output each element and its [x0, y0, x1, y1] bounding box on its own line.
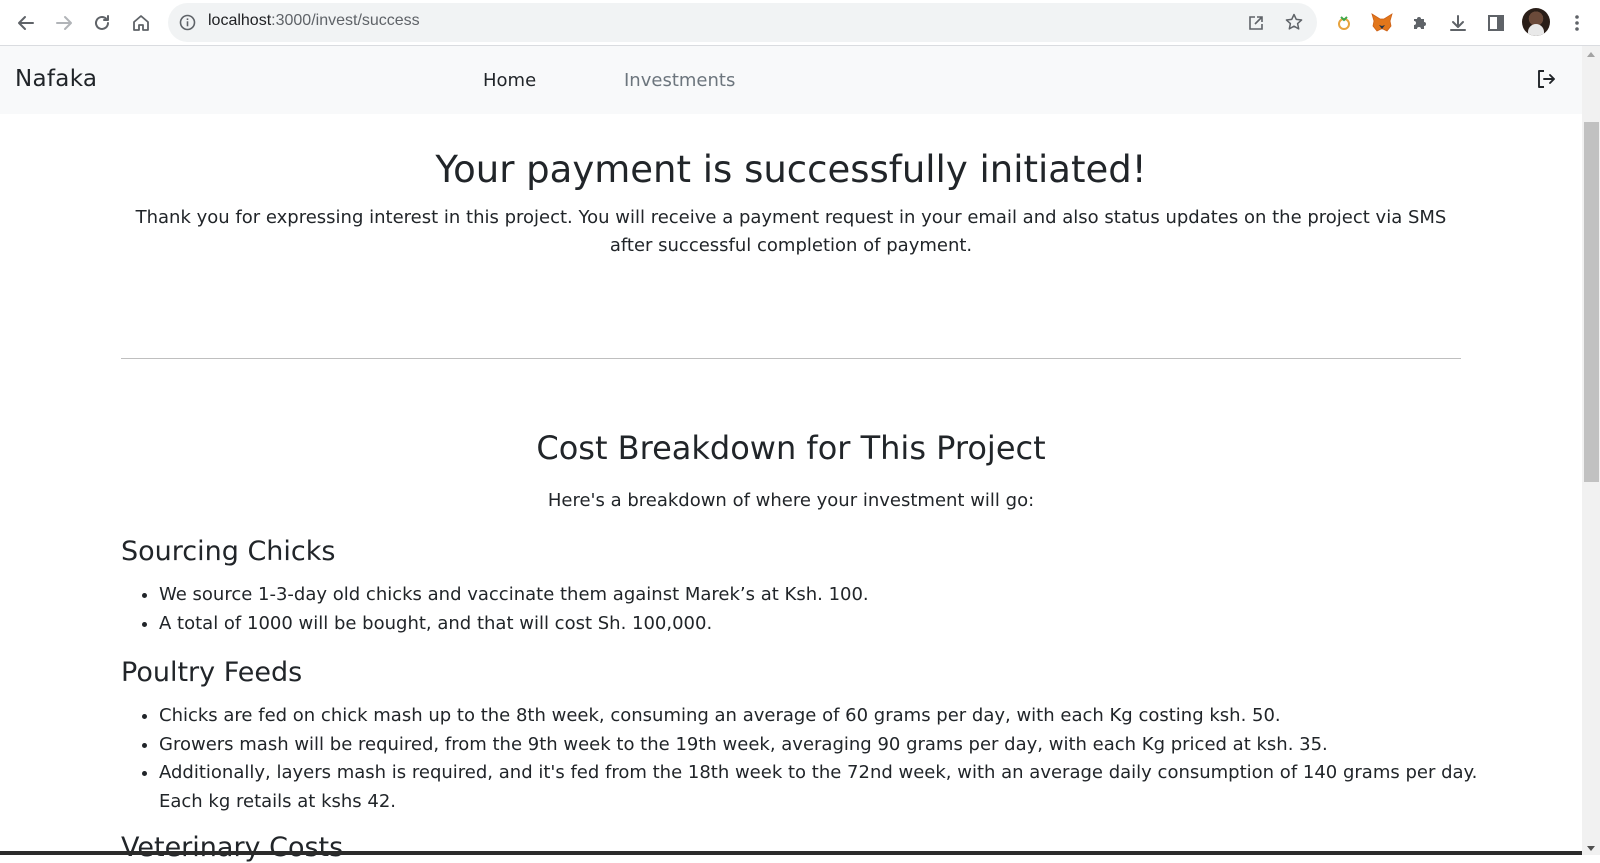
kebab-menu-icon[interactable] [1562, 8, 1592, 38]
category-heading-sourcing-chicks: Sourcing Chicks [121, 536, 336, 567]
reload-icon [95, 15, 109, 30]
home-icon [133, 15, 149, 31]
nav-investments-link[interactable]: Investments [624, 70, 735, 91]
brand-logo[interactable]: Nafaka [15, 66, 97, 92]
home-button[interactable] [126, 8, 156, 38]
confirmation-message: Thank you for expressing interest in thi… [135, 207, 1447, 256]
reload-button[interactable] [87, 8, 117, 38]
list-item: We source 1-3-day old chicks and vaccina… [159, 581, 1499, 610]
scrollbar-thumb[interactable] [1584, 122, 1599, 482]
logout-button[interactable] [1535, 68, 1557, 94]
share-icon[interactable] [1246, 13, 1266, 33]
nav-home-link[interactable]: Home [483, 70, 536, 91]
category-heading-veterinary-costs: Veterinary Costs [121, 832, 344, 863]
list-item: Growers mash will be required, from the … [159, 731, 1499, 760]
scroll-up-arrow[interactable] [1587, 52, 1595, 57]
info-icon[interactable] [179, 14, 196, 31]
sourcing-chicks-list: We source 1-3-day old chicks and vaccina… [121, 581, 1499, 638]
taskbar-edge [0, 851, 1582, 855]
arrow-right-icon [56, 16, 72, 30]
back-button[interactable] [11, 8, 41, 38]
confirmation-title: Your payment is successfully initiated! [435, 148, 1147, 191]
url-text: localhost:3000/invest/success [208, 12, 420, 29]
metamask-fox-icon[interactable] [1367, 8, 1397, 38]
list-item: Chicks are fed on chick mash up to the 8… [159, 702, 1499, 731]
puzzle-icon[interactable] [1405, 8, 1435, 38]
app-navbar: Nafaka Home Investments [0, 46, 1582, 114]
category-heading-poultry-feeds: Poultry Feeds [121, 657, 303, 688]
address-bar[interactable]: localhost:3000/invest/success [168, 3, 1317, 42]
list-item: A total of 1000 will be bought, and that… [159, 610, 1499, 639]
extension-rewards-icon[interactable] [1329, 8, 1359, 38]
scroll-down-arrow[interactable] [1587, 846, 1595, 851]
forward-button[interactable] [49, 8, 79, 38]
section-divider [121, 358, 1461, 359]
profile-avatar[interactable] [1522, 8, 1550, 36]
star-icon[interactable] [1284, 12, 1304, 32]
download-icon[interactable] [1443, 8, 1473, 38]
breakdown-subtitle: Here's a breakdown of where your investm… [547, 490, 1035, 511]
list-item: Additionally, layers mash is required, a… [159, 759, 1499, 816]
browser-toolbar: localhost:3000/invest/success [0, 0, 1600, 46]
poultry-feeds-list: Chicks are fed on chick mash up to the 8… [121, 702, 1499, 816]
side-panel-icon[interactable] [1481, 8, 1511, 38]
arrow-left-icon [18, 16, 34, 30]
logout-icon [1538, 70, 1555, 88]
breakdown-title: Cost Breakdown for This Project [536, 429, 1046, 467]
